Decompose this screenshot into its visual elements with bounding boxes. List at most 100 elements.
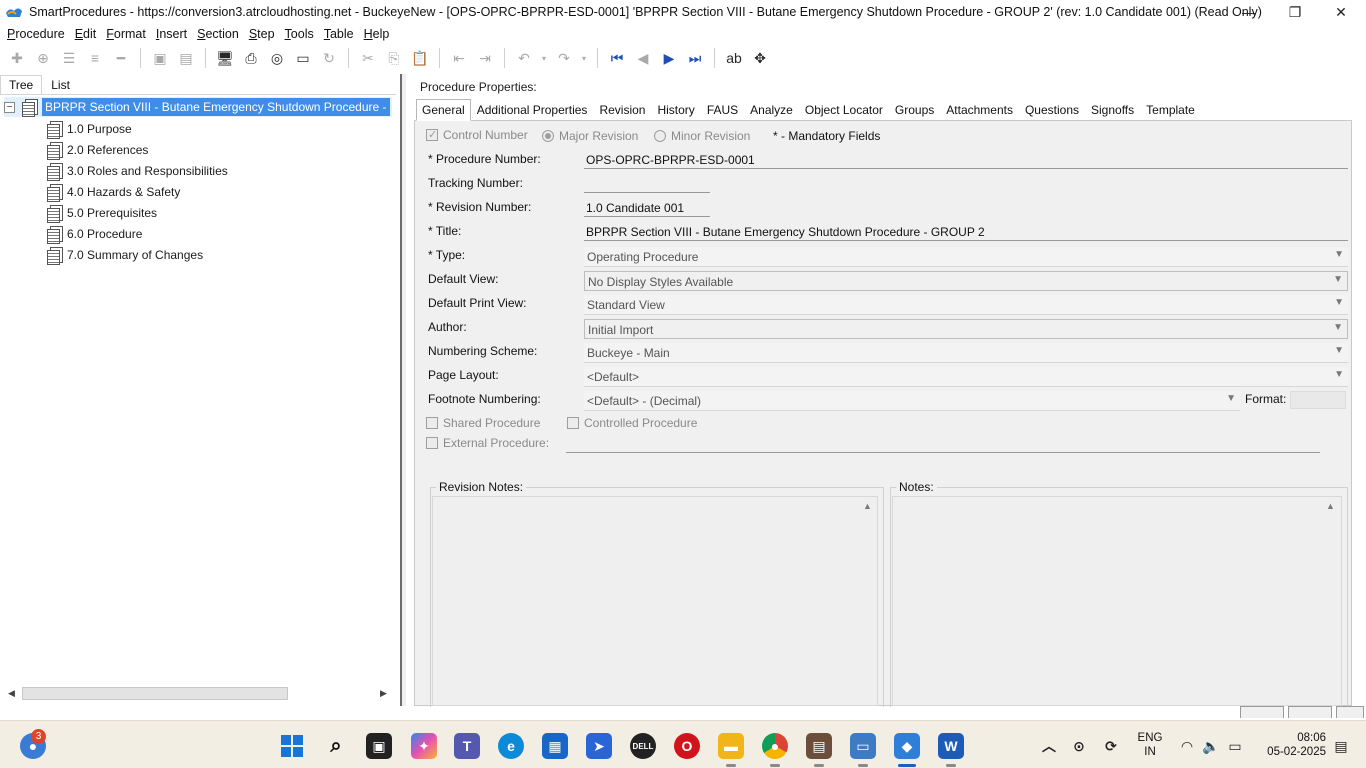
tab-analyze[interactable]: Analyze (744, 99, 799, 121)
undo-dropdown-icon[interactable]: ▾ (539, 47, 549, 69)
paste-icon[interactable]: 📋 (409, 47, 431, 69)
add-icon[interactable]: ✚ (6, 47, 28, 69)
checkbox-box[interactable] (426, 437, 438, 449)
external-procedure-checkbox[interactable]: External Procedure: (426, 436, 549, 450)
control-number-checkbox[interactable]: Control Number (426, 128, 528, 142)
opera-icon[interactable]: O (674, 733, 700, 759)
save-all-icon[interactable]: ▤ (175, 47, 197, 69)
previous-record-icon[interactable]: ◀ (632, 47, 654, 69)
default-view-select[interactable]: No Display Styles Available ▼ (584, 271, 1348, 291)
power-automate-icon[interactable]: ➤ (586, 733, 612, 759)
scroll-left-icon[interactable]: ◀ (8, 688, 15, 699)
type-select[interactable]: Operating Procedure ▼ (584, 247, 1348, 267)
checkbox-box[interactable] (567, 417, 579, 429)
tracking-number-field[interactable] (584, 175, 710, 193)
checkbox-box[interactable] (426, 417, 438, 429)
tab-signoffs[interactable]: Signoffs (1085, 99, 1140, 121)
language-indicator[interactable]: ENG IN (1130, 731, 1170, 759)
list-icon[interactable]: ☰ (58, 47, 80, 69)
menu-format[interactable]: Format (101, 27, 151, 41)
print-icon[interactable]: ⎙ (240, 47, 262, 69)
windows-start-icon[interactable] (279, 733, 305, 759)
move-icon[interactable]: ✥ (749, 47, 771, 69)
window-icon[interactable]: ▭ (292, 47, 314, 69)
default-print-view-select[interactable]: Standard View ▼ (584, 295, 1348, 315)
menu-help[interactable]: Help (359, 27, 395, 41)
contacts-app-icon[interactable]: ▤ (806, 733, 832, 767)
remove-icon[interactable]: ━ (110, 47, 132, 69)
tab-general[interactable]: General (416, 99, 471, 121)
word-icon[interactable]: W (938, 733, 964, 767)
search-icon[interactable]: ⌕ (323, 733, 349, 759)
format-field[interactable] (1290, 391, 1346, 409)
radio-circle[interactable] (654, 130, 666, 142)
globe-icon[interactable]: ◎ (266, 47, 288, 69)
notes-textarea[interactable] (892, 496, 1342, 706)
tree-item-prerequisites[interactable]: 5.0 Prerequisites (46, 202, 157, 223)
external-procedure-field[interactable] (566, 435, 1320, 453)
store-icon[interactable]: ▦ (542, 733, 568, 759)
text-lines-icon[interactable]: ≡ (84, 47, 106, 69)
remote-desktop-icon[interactable]: ▭ (850, 733, 876, 767)
page-layout-select[interactable]: <Default> ▼ (584, 367, 1348, 387)
cut-icon[interactable]: ✂ (357, 47, 379, 69)
edge-icon[interactable]: e (498, 733, 524, 759)
revision-number-field[interactable]: 1.0 Candidate 001 (584, 199, 710, 217)
collapse-icon[interactable]: − (4, 101, 15, 113)
title-field[interactable]: BPRPR Section VIII - Butane Emergency Sh… (584, 223, 1348, 241)
tree-item-purpose[interactable]: 1.0 Purpose (46, 118, 132, 139)
scroll-right-icon[interactable]: ▶ (380, 688, 387, 699)
redo-dropdown-icon[interactable]: ▾ (579, 47, 589, 69)
menu-table[interactable]: Table (319, 27, 359, 41)
dell-icon[interactable]: DELL (630, 733, 656, 759)
menu-edit[interactable]: Edit (70, 27, 102, 41)
menu-step[interactable]: Step (244, 27, 280, 41)
tree-item-references[interactable]: 2.0 References (46, 139, 148, 160)
wifi-icon[interactable]: ◠ (1174, 733, 1200, 759)
task-view-icon[interactable]: ▣ (366, 733, 392, 759)
tab-template[interactable]: Template (1140, 99, 1201, 121)
notification-center-icon[interactable]: ▤ (1328, 733, 1354, 759)
tree-horizontal-scrollbar[interactable]: ◀ ▶ (4, 685, 390, 702)
tab-groups[interactable]: Groups (889, 99, 940, 121)
author-select[interactable]: Initial Import ▼ (584, 319, 1348, 339)
chrome-icon[interactable]: ● (762, 733, 788, 767)
copilot-icon[interactable]: ✦ (411, 733, 437, 759)
minor-revision-radio[interactable]: Minor Revision (654, 129, 750, 143)
tree-item-hazards[interactable]: 4.0 Hazards & Safety (46, 181, 180, 202)
tab-history[interactable]: History (651, 99, 700, 121)
tree-item-summary[interactable]: 7.0 Summary of Changes (46, 244, 203, 265)
find-replace-icon[interactable]: ab (723, 47, 745, 69)
procedure-number-field[interactable]: OPS-OPRC-BPRPR-ESD-0001 (584, 151, 1348, 169)
tree-item-roles[interactable]: 3.0 Roles and Responsibilities (46, 160, 228, 181)
vpn-icon[interactable]: ⊙ (1066, 733, 1092, 759)
redo-icon[interactable]: ↷ (553, 47, 575, 69)
numbering-scheme-select[interactable]: Buckeye - Main ▼ (584, 343, 1348, 363)
first-record-icon[interactable]: ⏮ (606, 47, 628, 69)
outdent-icon[interactable]: ⇤ (448, 47, 470, 69)
tree-item-procedure[interactable]: 6.0 Procedure (46, 223, 142, 244)
minimize-button[interactable]: — (1226, 0, 1272, 24)
scroll-up-icon[interactable]: ▲ (863, 501, 872, 511)
add-child-icon[interactable]: ⊕ (32, 47, 54, 69)
tab-object-locator[interactable]: Object Locator (799, 99, 889, 121)
restore-button[interactable]: ❐ (1272, 0, 1318, 24)
smartprocedures-taskbar-icon[interactable]: ◆ (894, 733, 920, 767)
menu-section[interactable]: Section (192, 27, 244, 41)
tab-list[interactable]: List (42, 75, 79, 95)
major-revision-radio[interactable]: Major Revision (542, 129, 638, 143)
tab-attachments[interactable]: Attachments (940, 99, 1019, 121)
tree-root-node[interactable]: − BPRPR Section VIII - Butane Emergency … (4, 97, 392, 117)
checkbox-box[interactable] (426, 128, 438, 141)
battery-icon[interactable]: ▭ (1222, 733, 1248, 759)
close-button[interactable]: ✕ (1318, 0, 1364, 24)
tab-additional-properties[interactable]: Additional Properties (471, 99, 594, 121)
indent-icon[interactable]: ⇥ (474, 47, 496, 69)
radio-circle[interactable] (542, 130, 554, 142)
chevron-up-icon[interactable]: ︿ (1036, 733, 1062, 759)
scroll-up-icon[interactable]: ▲ (1326, 501, 1335, 511)
file-explorer-icon[interactable]: ▬ (718, 733, 744, 767)
next-record-icon[interactable]: ▶ (658, 47, 680, 69)
shared-procedure-checkbox[interactable]: Shared Procedure (426, 416, 540, 430)
tab-tree[interactable]: Tree (0, 75, 43, 95)
